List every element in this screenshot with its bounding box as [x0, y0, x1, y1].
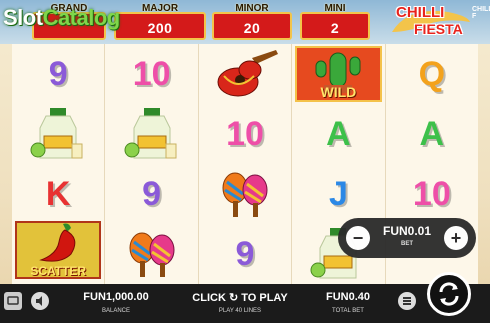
- reel-cell: [105, 104, 197, 164]
- spin-button[interactable]: [427, 272, 471, 316]
- reel-2: 10 9: [105, 44, 199, 284]
- reel-cell: A: [292, 104, 384, 164]
- symbol-king: K: [45, 174, 71, 213]
- tequila-bottle-icon: [124, 108, 177, 159]
- tequila-bottle-icon: [30, 108, 83, 159]
- jackpot-mini: MINI 2: [300, 3, 370, 40]
- coins-icon: [403, 297, 411, 305]
- reel-cell: J: [292, 164, 384, 224]
- jackpot-major-label: MAJOR: [141, 3, 179, 14]
- logo-side-text: CHILLI F: [472, 6, 490, 20]
- slot-game-screen: GRAND MAJOR 200 MINOR 20 MINI 2 SlotCata…: [0, 0, 490, 323]
- bet-label: BET: [401, 241, 413, 247]
- play-lines-label: PLAY 40 LINES: [218, 308, 262, 314]
- symbol-ace: A: [419, 114, 445, 153]
- symbol-ten: 10: [226, 114, 264, 153]
- control-bar: FUN1,000.00 BALANCE CLICK ↻ TO PLAY PLAY…: [0, 284, 490, 323]
- reel-cell: [12, 104, 104, 164]
- jackpot-minor: MINOR 20: [212, 3, 292, 40]
- jackpot-mini-label: MINI: [324, 3, 346, 14]
- jackpot-minor-value: 20: [243, 20, 261, 36]
- symbol-ace: A: [326, 114, 351, 153]
- maracas-icon: [129, 232, 175, 277]
- reel-cell: 10: [105, 44, 197, 104]
- maracas-icon: [222, 172, 268, 217]
- symbol-nine: 9: [142, 174, 162, 213]
- reel-cell: [199, 44, 291, 104]
- scatter-label: SCATTER: [30, 264, 87, 278]
- reel-cell: 9: [199, 224, 291, 284]
- reel-3: 10 9: [199, 44, 293, 284]
- bet-value: FUN0.01: [382, 224, 432, 238]
- reel-cell: 9: [12, 44, 104, 104]
- reel-1: 9 K SCATTER: [12, 44, 106, 284]
- menu-icon: [7, 296, 19, 305]
- reel-cell: 10: [386, 164, 478, 224]
- speaker-icon: [36, 296, 42, 306]
- chilli-pepper-icon: [39, 223, 76, 262]
- jackpot-minor-label: MINOR: [235, 3, 269, 14]
- balance-label: BALANCE: [101, 308, 130, 314]
- watermark: SlotCatalog: [3, 5, 120, 31]
- jackpot-major-value: 200: [147, 20, 173, 36]
- game-logo: CHILLI FIESTA: [388, 2, 472, 42]
- reel-cell: 9: [105, 164, 197, 224]
- spin-arrows-icon: [439, 282, 459, 306]
- sound-button[interactable]: [31, 292, 49, 310]
- reel-cell: K: [12, 164, 104, 224]
- reel-cell: [199, 164, 291, 224]
- logo-line2: FIESTA: [414, 21, 463, 37]
- reel-cell: A: [386, 104, 478, 164]
- reel-cell: [105, 224, 197, 284]
- logo-line1: CHILLI: [396, 4, 445, 21]
- coin-stack-button[interactable]: [398, 292, 416, 310]
- total-bet-value: FUN0.40: [325, 291, 371, 303]
- symbol-nine: 9: [48, 54, 68, 93]
- reel-cell-wild: WILD: [292, 44, 384, 104]
- click-to-play-text: CLICK ↻ TO PLAY: [192, 292, 288, 304]
- jackpot-mini-value: 2: [330, 20, 340, 36]
- bet-popup: − FUN0.01 BET +: [338, 218, 476, 258]
- wild-label: WILD: [320, 84, 357, 100]
- watermark-catalog: Catalog: [42, 5, 121, 30]
- jackpot-major: MAJOR 200: [114, 3, 206, 40]
- symbol-ten: 10: [132, 54, 171, 93]
- menu-button[interactable]: [4, 292, 22, 310]
- balance-value: FUN1,000.00: [83, 291, 149, 303]
- bet-decrease-button[interactable]: −: [346, 226, 370, 250]
- symbol-queen: Q: [418, 54, 446, 93]
- guitar-icon: [217, 50, 279, 97]
- reel-cell: Q: [386, 44, 478, 104]
- symbol-ten: 10: [412, 174, 451, 213]
- watermark-slot: Slot: [3, 5, 43, 30]
- symbol-nine: 9: [235, 234, 255, 273]
- reel-cell: 10: [199, 104, 291, 164]
- bet-increase-button[interactable]: +: [444, 226, 468, 250]
- reel-cell-scatter: SCATTER: [12, 219, 104, 281]
- symbol-jack: J: [328, 174, 348, 213]
- total-bet-label: TOTAL BET: [332, 308, 364, 314]
